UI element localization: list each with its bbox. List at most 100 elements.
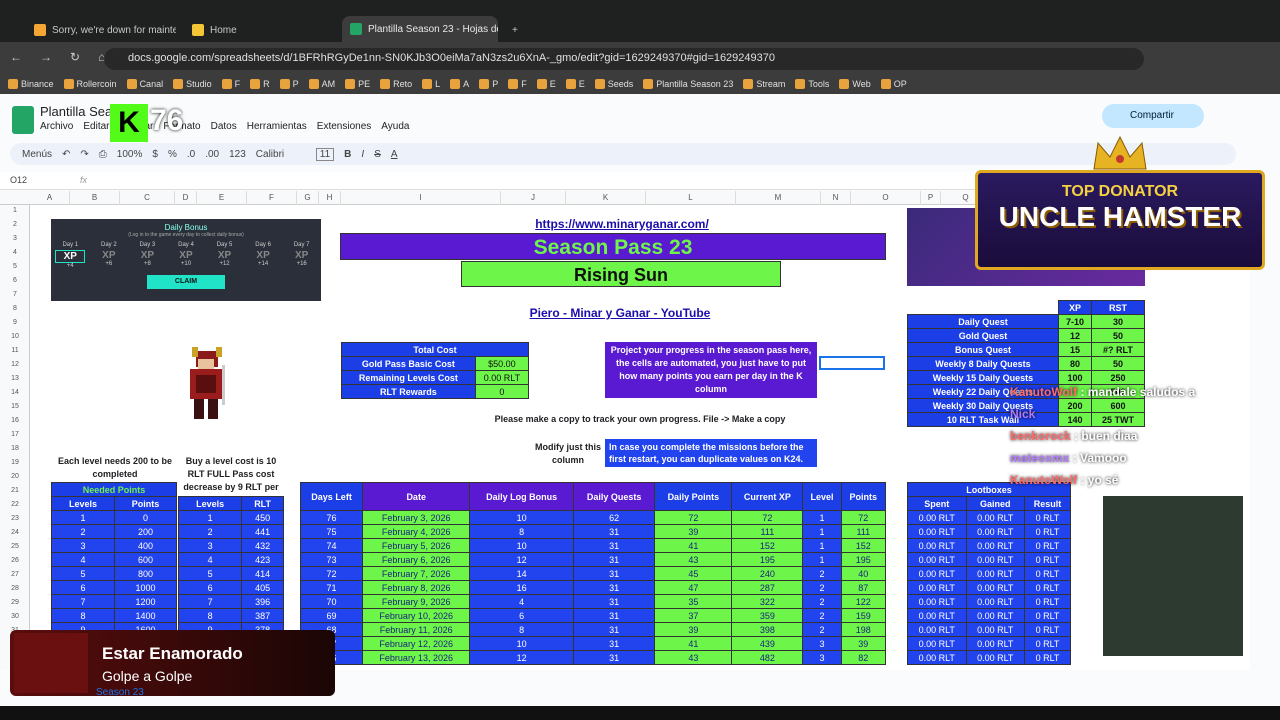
table-cell[interactable]: February 4, 2026 [362, 524, 471, 539]
table-cell[interactable]: Weekly 8 Daily Quests [907, 356, 1059, 371]
table-cell[interactable]: Days Left [299, 482, 364, 511]
table-cell[interactable]: Bonus Quest [907, 342, 1059, 357]
table-cell[interactable]: 439 [731, 636, 804, 651]
table-cell[interactable]: 50 [1090, 356, 1146, 371]
table-cell[interactable]: February 12, 2026 [362, 636, 471, 651]
bookmark-item[interactable]: P [479, 79, 498, 89]
table-cell[interactable]: 31 [573, 538, 656, 553]
table-cell[interactable]: 2 [802, 608, 842, 623]
row-header[interactable]: 18 [0, 445, 30, 452]
table-cell[interactable]: 4 [177, 552, 243, 567]
column-header[interactable]: G [297, 191, 319, 205]
table-cell[interactable]: 31 [573, 594, 656, 609]
table-cell[interactable]: 35 [654, 594, 733, 609]
table-cell[interactable]: February 9, 2026 [362, 594, 471, 609]
table-cell[interactable]: 195 [840, 552, 887, 567]
table-cell[interactable]: 405 [241, 580, 284, 595]
table-cell[interactable]: 74 [299, 538, 364, 553]
table-cell[interactable]: 14 [469, 566, 575, 581]
table-cell[interactable]: 8 [469, 622, 575, 637]
table-cell[interactable]: 75 [299, 524, 364, 539]
bookmark-item[interactable]: Web [839, 79, 871, 89]
row-header[interactable]: 3 [0, 235, 30, 242]
table-cell[interactable]: 0.00 RLT [907, 636, 967, 651]
bookmark-item[interactable]: E [536, 79, 556, 89]
table-cell[interactable]: 12 [1057, 328, 1092, 343]
table-cell[interactable]: $50.00 [474, 356, 530, 371]
table-cell[interactable]: 0 RLT [1024, 622, 1071, 637]
font-size-input[interactable]: 11 [315, 147, 335, 161]
table-cell[interactable]: 122 [840, 594, 887, 609]
table-cell[interactable]: 0.00 RLT [965, 594, 1025, 609]
table-cell[interactable]: 0.00 RLT [965, 538, 1025, 553]
table-cell[interactable]: 7-10 [1057, 314, 1092, 329]
table-cell[interactable]: 8 [177, 608, 243, 623]
row-header[interactable]: 15 [0, 403, 30, 410]
table-cell[interactable]: February 5, 2026 [362, 538, 471, 553]
table-cell[interactable]: 0 RLT [1024, 594, 1071, 609]
table-cell[interactable]: Gold Pass Basic Cost [341, 356, 476, 371]
table-cell[interactable]: 0.00 RLT [907, 594, 967, 609]
table-cell[interactable]: 10 [469, 538, 575, 553]
bookmark-item[interactable]: Stream [743, 79, 785, 89]
table-cell[interactable]: 0 RLT [1024, 608, 1071, 623]
row-header[interactable]: 1 [0, 207, 30, 214]
table-cell[interactable]: 72 [654, 510, 733, 525]
table-cell[interactable]: 0 RLT [1024, 552, 1071, 567]
text-color-button[interactable]: A [391, 149, 398, 160]
column-header[interactable]: M [736, 191, 821, 205]
row-header[interactable]: 19 [0, 459, 30, 466]
bookmark-item[interactable]: Plantilla Season 23 [643, 79, 733, 89]
table-cell[interactable]: Levels [51, 496, 115, 511]
table-cell[interactable]: 1 [802, 552, 842, 567]
table-cell[interactable]: February 3, 2026 [362, 510, 471, 525]
menu-item[interactable]: Editar [83, 121, 109, 132]
table-cell[interactable]: 111 [840, 524, 887, 539]
column-header[interactable]: L [646, 191, 736, 205]
menu-item[interactable]: Extensiones [317, 121, 371, 132]
table-cell[interactable]: 73 [299, 552, 364, 567]
bookmark-item[interactable]: Tools [795, 79, 829, 89]
table-cell[interactable]: 31 [573, 580, 656, 595]
table-cell[interactable]: 1 [802, 538, 842, 553]
table-cell[interactable]: 0.00 RLT [907, 552, 967, 567]
column-header[interactable]: D [175, 191, 197, 205]
table-cell[interactable]: 450 [241, 510, 284, 525]
name-box[interactable]: O12 [10, 175, 27, 185]
bookmark-item[interactable]: E [565, 79, 585, 89]
bookmark-item[interactable]: AM [308, 79, 335, 89]
reload-icon[interactable]: ↻ [70, 50, 80, 64]
bookmark-item[interactable]: Binance [8, 79, 54, 89]
table-cell[interactable]: 2 [802, 622, 842, 637]
table-cell[interactable]: 72 [299, 566, 364, 581]
table-cell[interactable]: 0 RLT [1024, 636, 1071, 651]
tab-home[interactable]: Home [184, 18, 334, 42]
row-header[interactable]: 21 [0, 487, 30, 494]
table-cell[interactable]: 0 [474, 384, 530, 399]
table-cell[interactable]: 1 [177, 510, 243, 525]
row-header[interactable]: 22 [0, 501, 30, 508]
table-cell[interactable]: 100 [1057, 370, 1092, 385]
table-cell[interactable]: 387 [241, 608, 284, 623]
website-link[interactable]: https://www.minaryganar.com/ [532, 217, 712, 231]
table-cell[interactable]: 0 RLT [1024, 538, 1071, 553]
table-cell[interactable]: 1000 [113, 580, 178, 595]
table-cell[interactable]: RLT [241, 496, 284, 511]
selected-cell[interactable] [819, 356, 885, 370]
table-cell[interactable]: 2 [802, 566, 842, 581]
table-cell[interactable]: February 6, 2026 [362, 552, 471, 567]
back-icon[interactable]: ← [10, 50, 22, 64]
table-cell[interactable]: 400 [113, 538, 178, 553]
row-header[interactable]: 7 [0, 291, 30, 298]
row-header[interactable]: 11 [0, 347, 30, 354]
menu-item[interactable]: Datos [211, 121, 237, 132]
table-cell[interactable]: 0.00 RLT [965, 510, 1025, 525]
table-cell[interactable]: Weekly 15 Daily Quests [907, 370, 1059, 385]
bookmark-item[interactable]: Reto [380, 79, 412, 89]
table-cell[interactable]: 396 [241, 594, 284, 609]
table-cell[interactable]: 3 [802, 650, 842, 665]
column-header[interactable]: P [921, 191, 941, 205]
table-cell[interactable]: 12 [469, 552, 575, 567]
row-header[interactable]: 2 [0, 221, 30, 228]
row-header[interactable]: 26 [0, 557, 30, 564]
